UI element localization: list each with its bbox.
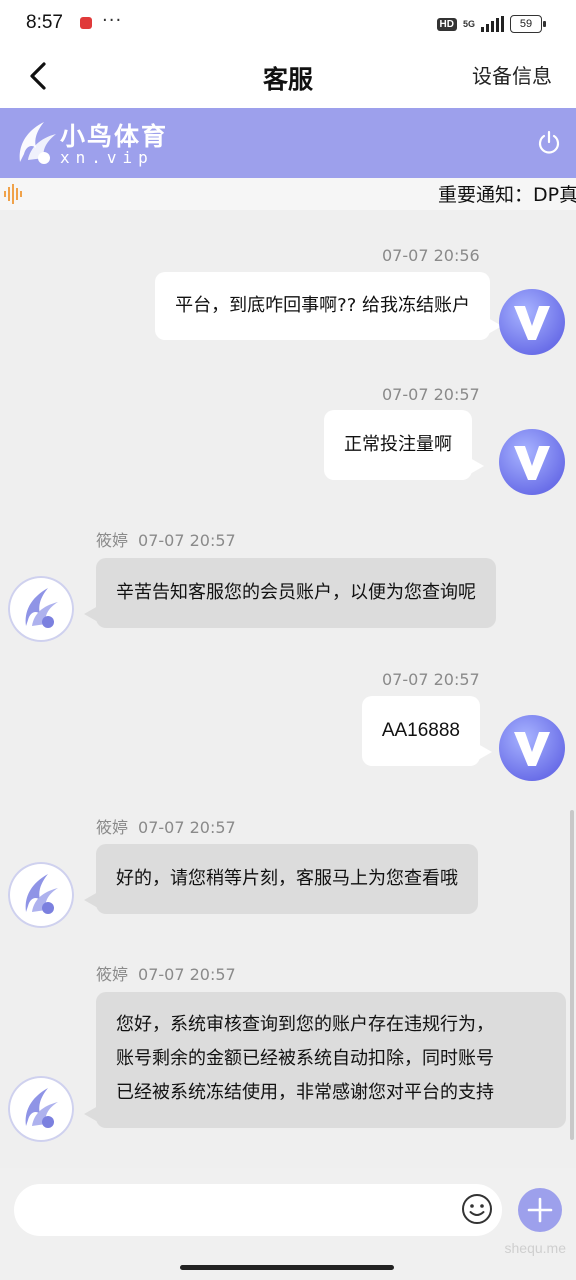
agent-name: 筱婷 bbox=[96, 965, 129, 984]
brand-domain: xn.vip bbox=[60, 148, 154, 167]
message-text-line: 已经被系统冻结使用，非常感谢您对平台的支持 bbox=[116, 1082, 494, 1103]
agent-avatar bbox=[8, 1076, 74, 1142]
chat-area[interactable]: 07-07 20:56 平台，到底咋回事啊?? 给我冻结账户 07-07 20:… bbox=[0, 210, 576, 1168]
agent-name: 筱婷 bbox=[96, 531, 129, 550]
more-notifications-icon: ··· bbox=[102, 10, 123, 31]
add-attachment-button[interactable] bbox=[518, 1188, 562, 1232]
message-text: 好的，请您稍等片刻，客服马上为您查看哦 bbox=[116, 868, 458, 889]
nav-bar: 客服 设备信息 bbox=[0, 48, 576, 108]
brand-header: 小鸟体育 xn.vip bbox=[0, 108, 576, 178]
agent-message-bubble: 好的，请您稍等片刻，客服马上为您查看哦 bbox=[84, 844, 478, 914]
v-logo-icon bbox=[499, 429, 565, 495]
message-timestamp: 07-07 20:57 bbox=[138, 818, 236, 837]
message-timestamp: 07-07 20:57 bbox=[138, 965, 236, 984]
plus-icon bbox=[527, 1197, 553, 1223]
agent-avatar bbox=[8, 576, 74, 642]
agent-message-bubble: 您好，系统审核查询到您的账户存在违规行为， 账号剩余的金额已经被系统自动扣除，同… bbox=[84, 992, 566, 1128]
message-text: 平台，到底咋回事啊?? 给我冻结账户 bbox=[175, 295, 470, 316]
status-time: 8:57 bbox=[26, 12, 63, 33]
watermark: shequ.me bbox=[504, 1240, 566, 1256]
back-button[interactable] bbox=[20, 54, 60, 98]
network-type: 5G bbox=[462, 18, 475, 29]
status-indicators: HD 5G 59 bbox=[436, 13, 546, 35]
bird-logo-icon bbox=[25, 874, 58, 914]
smiley-icon[interactable] bbox=[460, 1192, 494, 1226]
device-info-button[interactable]: 设备信息 bbox=[472, 60, 552, 89]
bird-logo-icon bbox=[25, 588, 58, 628]
home-indicator[interactable] bbox=[180, 1265, 394, 1270]
message-timestamp: 07-07 20:57 bbox=[138, 531, 236, 550]
message-timestamp: 07-07 20:57 bbox=[382, 670, 480, 689]
chat-scrollbar[interactable] bbox=[570, 810, 574, 1140]
bird-logo-icon bbox=[25, 1088, 58, 1128]
agent-message-header: 筱婷 07-07 20:57 bbox=[96, 527, 236, 551]
notice-text: 重要通知：DP真 bbox=[438, 184, 576, 206]
status-bar: 8:57 ··· HD 5G 59 bbox=[0, 0, 576, 48]
battery-icon: 59 bbox=[510, 15, 546, 33]
agent-name: 筱婷 bbox=[96, 818, 129, 837]
message-text: AA16888 bbox=[381, 720, 460, 741]
user-message-bubble: 平台，到底咋回事啊?? 给我冻结账户 bbox=[155, 272, 502, 340]
power-icon[interactable] bbox=[536, 130, 562, 156]
notice-bar: 重要通知：DP真 bbox=[0, 178, 576, 210]
message-timestamp: 07-07 20:57 bbox=[382, 385, 480, 404]
input-bar: shequ.me bbox=[0, 1168, 576, 1280]
notification-icon bbox=[80, 17, 92, 29]
sound-wave-icon bbox=[4, 184, 22, 204]
agent-message-header: 筱婷 07-07 20:57 bbox=[96, 814, 236, 838]
message-text-line: 您好，系统审核查询到您的账户存在违规行为， bbox=[116, 1014, 494, 1035]
agent-avatar bbox=[8, 862, 74, 928]
user-message-bubble: AA16888 bbox=[361, 696, 493, 766]
v-logo-icon bbox=[499, 715, 565, 781]
agent-message-bubble: 辛苦告知客服您的会员账户，以便为您查询呢 bbox=[84, 558, 496, 628]
user-message-bubble: 正常投注量啊 bbox=[324, 410, 484, 480]
message-timestamp: 07-07 20:56 bbox=[382, 246, 480, 265]
chevron-left-icon bbox=[30, 62, 46, 90]
hd-badge: HD bbox=[436, 17, 457, 31]
message-text: 正常投注量啊 bbox=[344, 434, 452, 455]
message-text-line: 账号剩余的金额已经被系统自动扣除，同时账号 bbox=[116, 1048, 494, 1069]
message-input[interactable] bbox=[14, 1184, 502, 1236]
v-logo-icon bbox=[499, 289, 565, 355]
bird-logo-icon bbox=[19, 122, 56, 164]
signal-icon bbox=[481, 16, 504, 32]
agent-message-header: 筱婷 07-07 20:57 bbox=[96, 961, 236, 985]
message-text: 辛苦告知客服您的会员账户，以便为您查询呢 bbox=[116, 582, 476, 603]
